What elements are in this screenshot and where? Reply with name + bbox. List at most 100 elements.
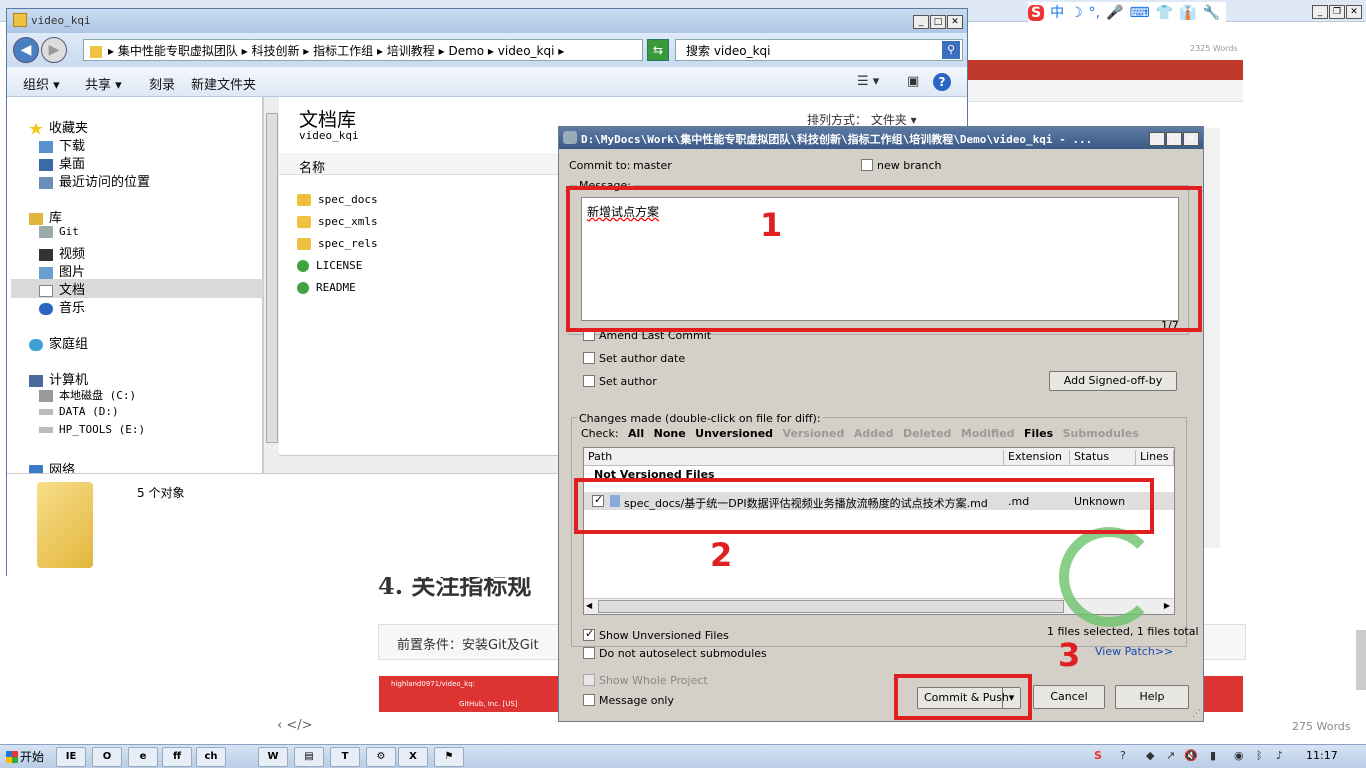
- refresh-button[interactable]: ⇆: [647, 39, 669, 61]
- taskbar-app-chrome[interactable]: ch: [196, 747, 226, 767]
- tree-documents[interactable]: 文档: [11, 279, 263, 298]
- taskbar-app-explorer[interactable]: ▤: [294, 747, 324, 767]
- minimize-icon[interactable]: _: [1149, 132, 1165, 146]
- back-button[interactable]: ◀: [13, 37, 39, 63]
- show-hidden-icons[interactable]: ◆: [1146, 749, 1154, 762]
- check-submodules[interactable]: Submodules: [1063, 427, 1139, 440]
- taskbar-app-settings[interactable]: ⚙: [366, 747, 396, 767]
- column-extension[interactable]: Extension: [1004, 450, 1070, 466]
- tree-videos[interactable]: 视频: [39, 243, 85, 262]
- mic-icon[interactable]: 🎤: [1106, 5, 1123, 21]
- preview-pane-icon[interactable]: ▣: [907, 74, 919, 89]
- arrow-tray-icon[interactable]: ↗: [1166, 749, 1175, 762]
- taskbar-app-text[interactable]: T: [330, 747, 360, 767]
- check-modified[interactable]: Modified: [961, 427, 1015, 440]
- volume-icon[interactable]: ♪: [1276, 749, 1283, 762]
- tree-homegroup[interactable]: 家庭组: [29, 333, 88, 352]
- check-deleted[interactable]: Deleted: [903, 427, 951, 440]
- help-icon[interactable]: ?: [933, 73, 951, 91]
- sogou-icon[interactable]: S: [1028, 5, 1045, 21]
- scroll-thumb[interactable]: [598, 600, 1064, 613]
- taskbar-app-excel[interactable]: X: [398, 747, 428, 767]
- burn-button[interactable]: 刻录: [149, 74, 175, 93]
- new-folder-button[interactable]: 新建文件夹: [191, 74, 256, 93]
- tree-drive-d[interactable]: DATA (D:): [39, 405, 119, 418]
- signed-off-button[interactable]: Add Signed-off-by: [1049, 371, 1177, 391]
- view-options-icon[interactable]: ☰ ▾: [857, 74, 879, 89]
- show-whole-project-checkbox[interactable]: [583, 674, 595, 686]
- skin-icon[interactable]: 👕: [1156, 5, 1173, 21]
- organize-button[interactable]: 组织 ▾: [23, 74, 60, 93]
- check-files[interactable]: Files: [1024, 427, 1053, 440]
- list-item[interactable]: spec_rels: [297, 237, 378, 250]
- ime-toolbar[interactable]: S 中 ☽ °, 🎤 ⌨ 👕 👔 🔧: [1028, 2, 1227, 28]
- shirt-icon[interactable]: 👔: [1179, 5, 1196, 21]
- signal-icon[interactable]: ▮: [1210, 749, 1216, 762]
- tree-recent[interactable]: 最近访问的位置: [39, 171, 150, 190]
- scroll-left-icon[interactable]: ◀: [586, 601, 592, 610]
- list-item[interactable]: LICENSE: [297, 259, 362, 272]
- editor-scrollbar[interactable]: [1356, 630, 1366, 690]
- address-bar[interactable]: ▸ 集中性能专职虚拟团队 ▸ 科技创新 ▸ 指标工作组 ▸ 培训教程 ▸ Dem…: [83, 39, 643, 61]
- wrench-icon[interactable]: 🔧: [1203, 5, 1220, 21]
- dialog-window-buttons[interactable]: _ □ ✕: [1148, 130, 1199, 146]
- close-icon[interactable]: ✕: [947, 15, 963, 29]
- forward-button[interactable]: ▶: [41, 37, 67, 63]
- tree-music[interactable]: 音乐: [39, 297, 85, 316]
- bluetooth-icon[interactable]: ᛒ: [1256, 749, 1263, 762]
- start-button[interactable]: 开始: [2, 747, 50, 767]
- dialog-title-bar[interactable]: D:\MyDocs\Work\集中性能专职虚拟团队\科技创新\指标工作组\培训教…: [559, 127, 1203, 149]
- taskbar-app-outlook[interactable]: O: [92, 747, 122, 767]
- set-author-checkbox[interactable]: [583, 375, 595, 387]
- background-window-buttons[interactable]: _ ❐ ✕: [1311, 3, 1362, 19]
- file-pane-hscroll[interactable]: [279, 455, 569, 473]
- list-item[interactable]: spec_xmls: [297, 215, 378, 228]
- scroll-right-icon[interactable]: ▶: [1164, 601, 1170, 610]
- background-pane-scroll[interactable]: [1204, 128, 1220, 548]
- tree-scrollbar[interactable]: [263, 97, 279, 473]
- new-branch-checkbox[interactable]: [861, 159, 873, 171]
- editor-code-icons[interactable]: ‹ </>: [277, 718, 313, 733]
- taskbar-app-git[interactable]: ⚑: [434, 747, 464, 767]
- column-lines[interactable]: Lines a: [1136, 450, 1174, 466]
- search-input[interactable]: 搜索 video_kqi ⚲: [675, 39, 963, 61]
- tree-pictures[interactable]: 图片: [39, 261, 85, 280]
- check-versioned[interactable]: Versioned: [783, 427, 845, 440]
- message-only-checkbox[interactable]: [583, 694, 595, 706]
- check-all[interactable]: All: [628, 427, 644, 440]
- clock[interactable]: 11:17: [1306, 749, 1338, 762]
- maximize-icon[interactable]: □: [930, 15, 946, 29]
- minimize-icon[interactable]: _: [1312, 5, 1328, 19]
- punct-icon[interactable]: °,: [1089, 5, 1100, 21]
- list-item[interactable]: README: [297, 281, 356, 294]
- tree-favorites[interactable]: 收藏夹: [29, 117, 88, 136]
- keyboard-icon[interactable]: ⌨: [1130, 5, 1150, 21]
- check-added[interactable]: Added: [854, 427, 894, 440]
- column-status[interactable]: Status: [1070, 450, 1136, 466]
- show-unversioned-checkbox[interactable]: [583, 627, 595, 641]
- moon-icon[interactable]: ☽: [1070, 5, 1083, 21]
- author-date-checkbox[interactable]: [583, 352, 595, 364]
- taskbar-app-ie[interactable]: IE: [56, 747, 86, 767]
- minimize-icon[interactable]: _: [913, 15, 929, 29]
- taskbar-app-word[interactable]: W: [258, 747, 288, 767]
- no-autoselect-checkbox[interactable]: [583, 647, 595, 659]
- close-icon[interactable]: ✕: [1346, 5, 1362, 19]
- taskbar-app-firefox[interactable]: ff: [162, 747, 192, 767]
- check-unversioned[interactable]: Unversioned: [695, 427, 773, 440]
- search-icon[interactable]: ⚲: [942, 41, 960, 59]
- tree-computer[interactable]: 计算机: [29, 369, 88, 388]
- ime-chinese-icon[interactable]: 中: [1050, 2, 1064, 22]
- sogou-tray-icon[interactable]: S: [1094, 749, 1102, 762]
- help-tray-icon[interactable]: ?: [1120, 749, 1126, 762]
- close-icon[interactable]: ✕: [1183, 132, 1199, 146]
- restore-icon[interactable]: ❐: [1329, 5, 1345, 19]
- explorer-window-buttons[interactable]: _ □ ✕: [912, 13, 963, 29]
- tree-downloads[interactable]: 下载: [39, 135, 85, 154]
- taskbar-app-edge[interactable]: e: [128, 747, 158, 767]
- help-button[interactable]: Help: [1115, 685, 1189, 709]
- column-header-name[interactable]: 名称: [279, 153, 559, 176]
- view-patch-link[interactable]: View Patch>>: [1095, 645, 1173, 658]
- column-path[interactable]: Path: [584, 450, 1004, 466]
- network-tray-icon[interactable]: ◉: [1234, 749, 1244, 762]
